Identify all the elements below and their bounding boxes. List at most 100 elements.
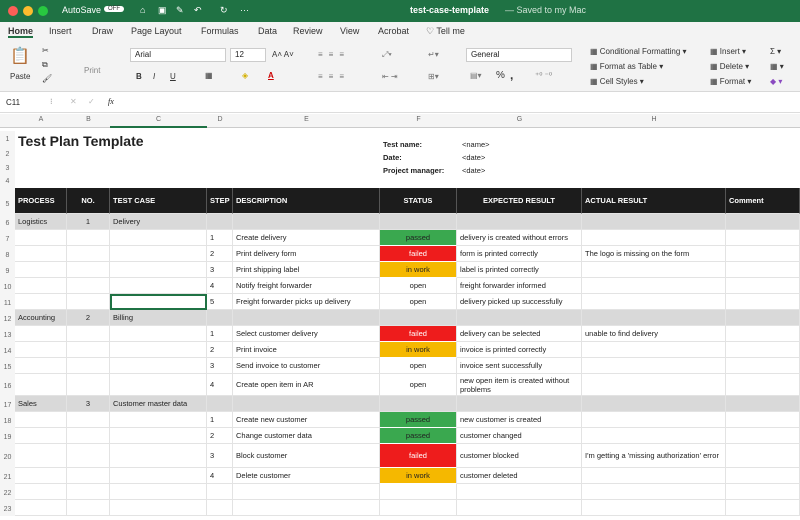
status-cell[interactable]: in work — [380, 468, 457, 484]
number-cell[interactable] — [67, 326, 110, 342]
edit-icon[interactable]: ✎ — [176, 5, 184, 16]
status-cell[interactable]: open — [380, 358, 457, 374]
step-cell[interactable]: 4 — [207, 468, 233, 484]
expected-result-cell[interactable]: customer changed — [457, 428, 582, 444]
actual-result-cell[interactable] — [582, 484, 726, 500]
status-cell[interactable] — [380, 484, 457, 500]
actual-result-cell[interactable] — [582, 428, 726, 444]
currency-icon[interactable]: ▤▾ — [470, 71, 482, 80]
process-cell[interactable] — [15, 246, 67, 262]
test-case-cell[interactable] — [110, 230, 207, 246]
autosave-toggle[interactable]: OFF — [104, 6, 124, 12]
description-cell[interactable]: Freight forwarder picks up delivery — [233, 294, 380, 310]
align-top-icons[interactable]: ≡≡≡ — [318, 50, 350, 59]
process-cell[interactable] — [15, 230, 67, 246]
row-header[interactable]: 14 — [0, 342, 15, 358]
description-cell[interactable]: Send invoice to customer — [233, 358, 380, 374]
cut-icon[interactable]: ✂ — [42, 46, 49, 55]
column-header[interactable]: H — [582, 116, 726, 123]
row-header[interactable]: 8 — [0, 246, 15, 262]
actual-result-cell[interactable] — [582, 262, 726, 278]
status-cell[interactable]: failed — [380, 444, 457, 468]
process-cell[interactable] — [15, 484, 67, 500]
actual-result-cell[interactable]: unable to find delivery — [582, 326, 726, 342]
process-cell[interactable]: Accounting — [15, 310, 67, 326]
description-cell[interactable]: Notify freight forwarder — [233, 278, 380, 294]
number-cell[interactable] — [67, 374, 110, 396]
function-icon[interactable]: fx — [108, 97, 114, 106]
column-header[interactable]: C — [110, 116, 207, 128]
expected-result-cell[interactable]: new open item is created without problem… — [457, 374, 582, 396]
step-cell[interactable]: 4 — [207, 278, 233, 294]
test-case-cell[interactable] — [110, 294, 207, 310]
status-cell[interactable]: in work — [380, 342, 457, 358]
expected-result-cell[interactable]: invoice sent successfully — [457, 358, 582, 374]
expected-result-cell[interactable] — [457, 310, 582, 326]
description-cell[interactable] — [233, 214, 380, 230]
status-cell[interactable]: open — [380, 374, 457, 396]
row-header[interactable]: 4 — [0, 176, 15, 188]
step-cell[interactable] — [207, 396, 233, 412]
borders-icon[interactable]: ▦ — [205, 71, 213, 80]
paste-icon[interactable]: 📋 — [10, 46, 30, 66]
status-cell[interactable] — [380, 310, 457, 326]
more-icon[interactable]: ··· — [240, 5, 249, 15]
expected-result-cell[interactable] — [457, 214, 582, 230]
status-cell[interactable]: passed — [380, 412, 457, 428]
test-case-cell[interactable] — [110, 412, 207, 428]
format-as-table-button[interactable]: ▦ Format as Table ▾ — [590, 62, 663, 71]
step-cell[interactable]: 1 — [207, 230, 233, 246]
row-header[interactable]: 11 — [0, 294, 15, 310]
step-cell[interactable] — [207, 310, 233, 326]
expected-result-cell[interactable]: new customer is created — [457, 412, 582, 428]
test-case-cell[interactable] — [110, 246, 207, 262]
description-cell[interactable] — [233, 484, 380, 500]
comment-cell[interactable] — [726, 428, 800, 444]
description-cell[interactable]: Select customer delivery — [233, 326, 380, 342]
status-cell[interactable]: failed — [380, 326, 457, 342]
expected-result-cell[interactable]: form is printed correctly — [457, 246, 582, 262]
expected-result-cell[interactable] — [457, 484, 582, 500]
actual-result-cell[interactable] — [582, 342, 726, 358]
number-cell[interactable] — [67, 246, 110, 262]
process-cell[interactable]: Sales — [15, 396, 67, 412]
actual-result-cell[interactable] — [582, 358, 726, 374]
percent-button[interactable]: % — [496, 70, 505, 81]
step-cell[interactable]: 3 — [207, 262, 233, 278]
column-header[interactable]: D — [207, 116, 233, 123]
status-cell[interactable]: passed — [380, 428, 457, 444]
number-cell[interactable] — [67, 444, 110, 468]
expected-result-cell[interactable]: delivery is created without errors — [457, 230, 582, 246]
save-icon[interactable]: ▣ — [158, 5, 167, 16]
row-header[interactable]: 15 — [0, 358, 15, 374]
comment-cell[interactable] — [726, 374, 800, 396]
test-case-cell[interactable] — [110, 342, 207, 358]
column-header[interactable]: G — [457, 116, 582, 123]
tab-data[interactable]: Data — [258, 26, 277, 36]
test-case-cell[interactable]: Customer master data — [110, 396, 207, 412]
process-cell[interactable] — [15, 278, 67, 294]
comma-button[interactable]: , — [510, 68, 513, 82]
tab-draw[interactable]: Draw — [92, 26, 113, 36]
italic-button[interactable]: I — [153, 72, 155, 81]
tab-review[interactable]: Review — [293, 26, 323, 36]
test-case-cell[interactable]: Delivery — [110, 214, 207, 230]
expected-result-cell[interactable]: freight forwarder informed — [457, 278, 582, 294]
autosum-icon[interactable]: Σ ▾ — [770, 47, 781, 56]
description-cell[interactable]: Create open item in AR — [233, 374, 380, 396]
tab-view[interactable]: View — [340, 26, 359, 36]
home-icon[interactable]: ⌂ — [140, 5, 145, 15]
row-header[interactable]: 21 — [0, 468, 15, 484]
meta-value[interactable]: <date> — [462, 153, 485, 162]
test-case-cell[interactable] — [110, 428, 207, 444]
description-cell[interactable]: Print shipping label — [233, 262, 380, 278]
process-cell[interactable] — [15, 342, 67, 358]
confirm-icon[interactable]: ✓ — [88, 97, 95, 106]
step-cell[interactable] — [207, 484, 233, 500]
bold-button[interactable]: B — [136, 72, 142, 81]
status-cell[interactable]: in work — [380, 262, 457, 278]
description-cell[interactable]: Create delivery — [233, 230, 380, 246]
test-case-cell[interactable] — [110, 262, 207, 278]
delete-cells-button[interactable]: ▦ Delete ▾ — [710, 62, 749, 71]
expected-result-cell[interactable]: label is printed correctly — [457, 262, 582, 278]
